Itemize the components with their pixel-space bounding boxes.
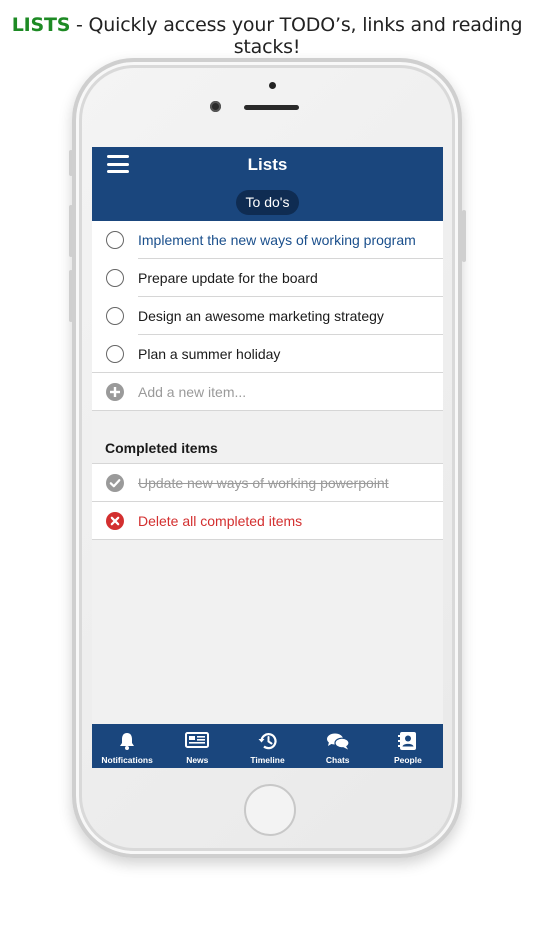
list-item[interactable]: Prepare update for the board	[92, 259, 443, 297]
checkbox-circle-icon[interactable]	[106, 307, 124, 325]
chat-bubbles-icon	[326, 733, 350, 750]
tab-label: News	[186, 755, 209, 765]
proximity-sensor	[269, 82, 276, 89]
bottom-tab-bar: Notifications News Timeline Chats People	[92, 724, 443, 768]
list-item[interactable]: Implement the new ways of working progra…	[92, 221, 443, 259]
marketing-headline: LISTS - Quickly access your TODO’s, link…	[0, 14, 534, 58]
add-circle-icon[interactable]	[106, 383, 124, 401]
checkbox-circle-icon[interactable]	[106, 345, 124, 363]
earpiece-speaker	[244, 105, 299, 110]
todo-text: Implement the new ways of working progra…	[138, 232, 416, 248]
contacts-icon	[397, 732, 416, 750]
bell-icon	[120, 733, 135, 750]
list-item[interactable]: Update new ways of working powerpoint	[92, 464, 443, 502]
list-item[interactable]: Design an awesome marketing strategy	[92, 297, 443, 335]
completed-heading: Completed items	[105, 440, 218, 456]
volume-down-button	[69, 270, 73, 322]
front-camera	[210, 101, 221, 112]
filter-pill-todos[interactable]: To do's	[236, 190, 299, 215]
check-circle-icon[interactable]	[106, 474, 124, 492]
tab-news[interactable]: News	[162, 724, 232, 768]
headline-brand: LISTS	[11, 14, 71, 36]
tab-notifications[interactable]: Notifications	[92, 724, 162, 768]
add-item-input[interactable]: Add a new item...	[138, 373, 246, 411]
mute-switch	[69, 150, 73, 176]
home-button[interactable]	[244, 784, 296, 836]
volume-up-button	[69, 205, 73, 257]
todo-text: Prepare update for the board	[138, 270, 318, 286]
delete-completed-button[interactable]: Delete all completed items	[138, 502, 302, 540]
completed-text: Update new ways of working powerpoint	[138, 475, 389, 491]
todo-text: Design an awesome marketing strategy	[138, 308, 384, 324]
history-icon	[258, 733, 277, 750]
app-header: Lists To do's	[92, 147, 443, 221]
headline-text: - Quickly access your TODO’s, links and …	[70, 14, 523, 58]
tab-label: People	[393, 755, 422, 765]
todo-list: Implement the new ways of working progra…	[92, 221, 443, 411]
tab-label: Notifications	[101, 755, 153, 765]
app-screen: Lists To do's Implement the new ways of …	[92, 147, 443, 768]
newspaper-icon	[185, 732, 210, 748]
delete-completed-row[interactable]: Delete all completed items	[92, 502, 443, 540]
tab-label: Chats	[325, 755, 350, 765]
tab-people[interactable]: People	[373, 724, 443, 768]
add-item-row[interactable]: Add a new item...	[92, 373, 443, 411]
power-button	[462, 210, 466, 262]
delete-circle-icon[interactable]	[106, 512, 124, 530]
checkbox-circle-icon[interactable]	[106, 269, 124, 287]
tab-timeline[interactable]: Timeline	[232, 724, 302, 768]
list-item[interactable]: Plan a summer holiday	[92, 335, 443, 373]
tab-label: Timeline	[250, 755, 285, 765]
page-title: Lists	[247, 155, 288, 174]
tab-chats[interactable]: Chats	[303, 724, 373, 768]
todo-text: Plan a summer holiday	[138, 346, 281, 362]
completed-list: Update new ways of working powerpoint De…	[92, 463, 443, 540]
checkbox-circle-icon[interactable]	[106, 231, 124, 249]
